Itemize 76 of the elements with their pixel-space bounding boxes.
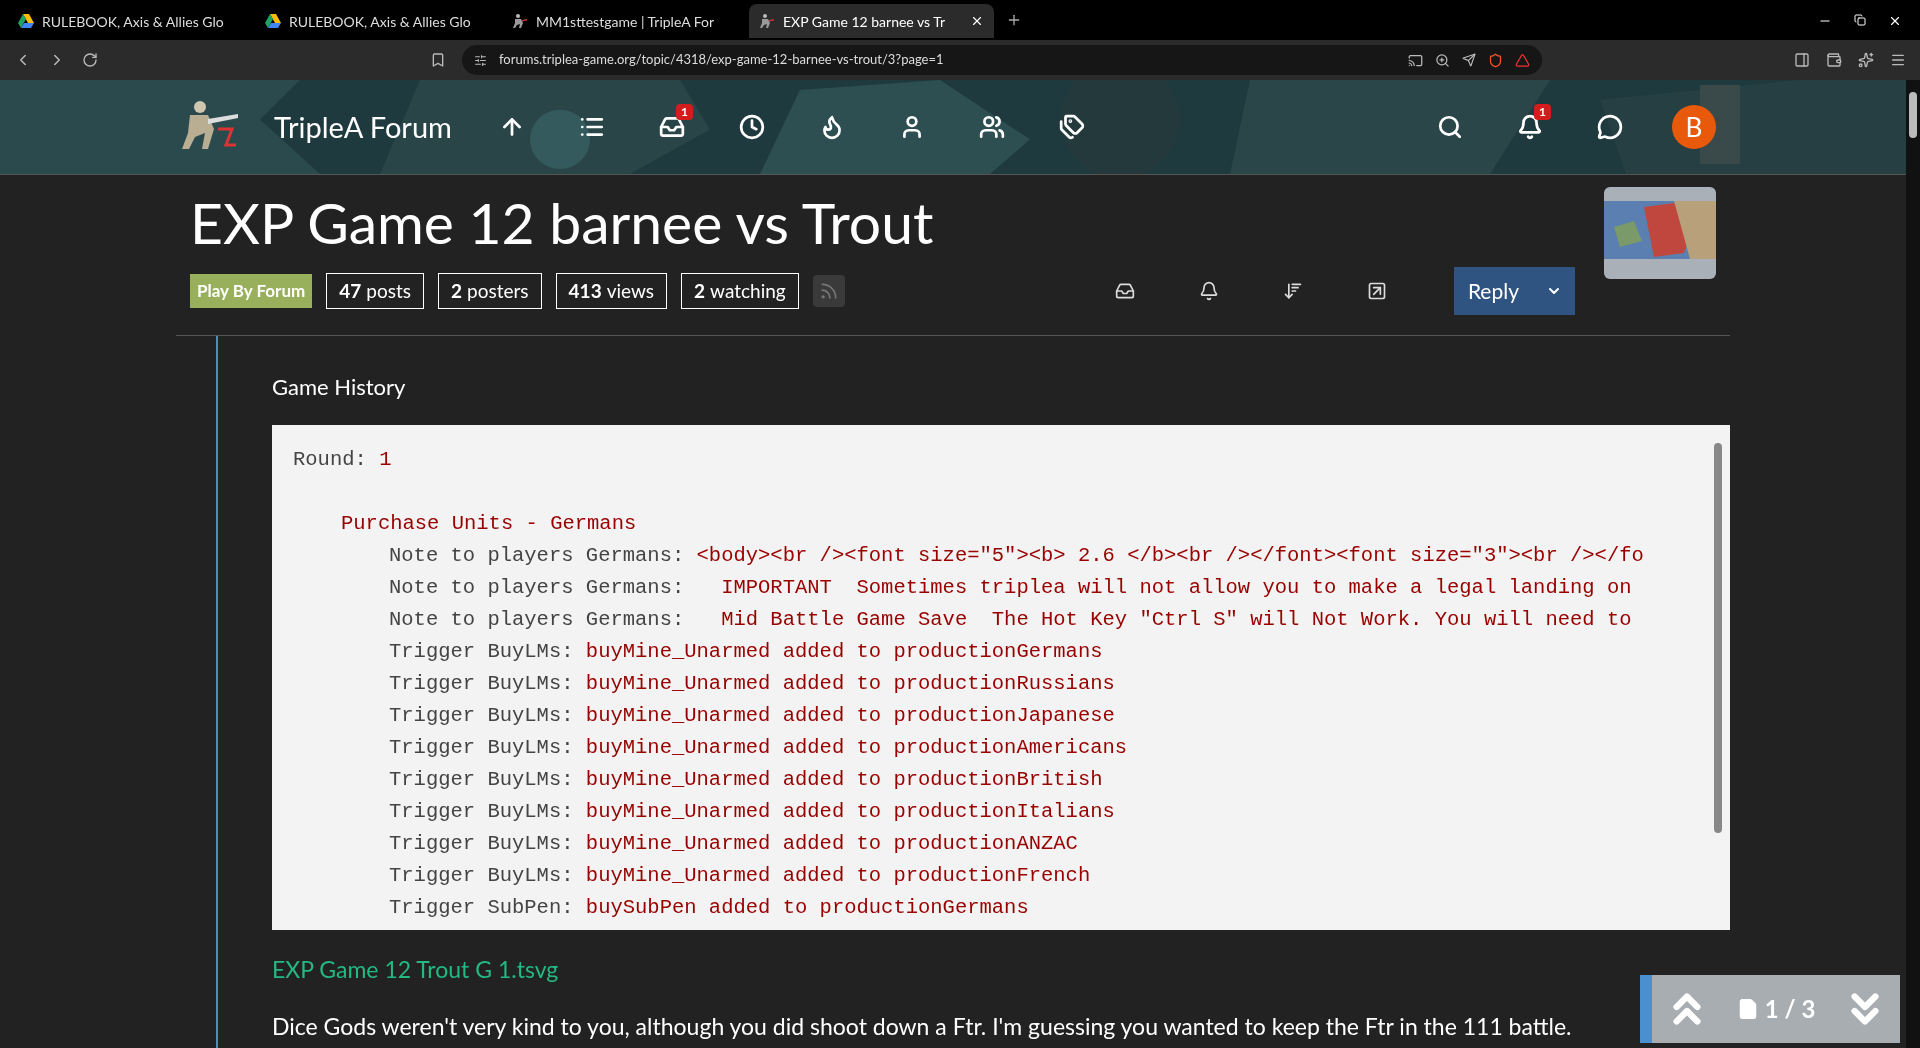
tags-icon[interactable] bbox=[1058, 114, 1085, 140]
site-settings-icon[interactable] bbox=[474, 53, 487, 67]
inbox-icon[interactable] bbox=[658, 114, 685, 140]
tab-title: RULEBOOK, Axis & Allies Glo bbox=[42, 11, 225, 32]
menu-icon[interactable] bbox=[1890, 52, 1906, 68]
sparkles-icon[interactable] bbox=[1858, 52, 1874, 68]
log-label: Trigger BuyLMs: bbox=[389, 800, 575, 823]
browser-tab[interactable]: MM1sttestgame | TripleA For bbox=[502, 4, 747, 38]
wallet-icon[interactable] bbox=[1826, 52, 1842, 68]
tab-title: EXP Game 12 barnee vs Tr bbox=[783, 11, 947, 32]
log-label: Trigger BuyLMs: bbox=[389, 672, 575, 695]
log-label: Trigger BuyLMs: bbox=[389, 704, 575, 727]
browser-tab[interactable]: RULEBOOK, Axis & Allies Glo bbox=[255, 4, 500, 38]
cast-icon[interactable] bbox=[1408, 52, 1423, 68]
log-value: 1 bbox=[379, 448, 392, 471]
log-value: IMPORTANT Sometimes triplea will not allow you to make a legal landing on bbox=[720, 576, 1632, 599]
rss-button[interactable] bbox=[812, 275, 845, 307]
topic-stat: 47 posts bbox=[326, 273, 424, 309]
reload-icon[interactable] bbox=[82, 52, 98, 68]
bell-icon[interactable] bbox=[1517, 114, 1543, 140]
triangle-icon[interactable] bbox=[1515, 52, 1530, 68]
log-value: buyMine_Unarmed added to productionRussians bbox=[585, 672, 1115, 695]
log-label: Note to players Germans: bbox=[389, 608, 686, 631]
chat-icon[interactable] bbox=[1597, 114, 1623, 140]
send-icon[interactable] bbox=[1462, 53, 1476, 67]
log-value: Purchase Units - Germans bbox=[341, 512, 637, 535]
page-scrollbar[interactable] bbox=[1909, 92, 1917, 138]
topic-title: EXP Game 12 barnee vs Trout bbox=[190, 187, 935, 257]
post-text: Dice Gods weren't very kind to you, although you did shoot down a Ftr. I'm guessing you wanted to keep the Ftr in the 111 battle. bbox=[272, 1010, 1572, 1042]
tab-title: RULEBOOK, Axis & Allies Glo bbox=[289, 11, 472, 32]
restore-icon[interactable] bbox=[1854, 14, 1866, 26]
search-icon[interactable] bbox=[1437, 114, 1463, 140]
log-value: buyMine_Unarmed added to productionItalians bbox=[585, 800, 1115, 823]
topic-stat: 2 watching bbox=[681, 273, 799, 309]
log-value: buyMine_Unarmed added to productionFrench bbox=[585, 864, 1091, 887]
clock-icon[interactable] bbox=[738, 114, 765, 140]
log-label: Trigger SubPen: bbox=[389, 896, 575, 919]
close-icon[interactable] bbox=[1888, 14, 1902, 28]
count-badge: 1 bbox=[1534, 104, 1551, 120]
post-heading: Game History bbox=[272, 372, 407, 402]
log-label: Trigger BuyLMs: bbox=[389, 768, 575, 791]
log-label: Trigger BuyLMs: bbox=[389, 864, 575, 887]
log-value: buySubPen added to productionGermans bbox=[585, 896, 1029, 919]
address-bar[interactable]: forums.triplea-game.org/topic/4318/exp-game-12-barnee-vs-trout/3?page=1 bbox=[462, 45, 1542, 75]
soldier-logo-icon bbox=[512, 13, 528, 29]
log-value: buyMine_Unarmed added to productionANZAC bbox=[585, 832, 1078, 855]
tab-title: MM1sttestgame | TripleA For bbox=[536, 11, 716, 32]
topic-stat: 413 views bbox=[555, 273, 668, 309]
log-value: <body><br /><font size="5"><b> 2.6 </b><br /></font><font size="3"><br /></fo bbox=[696, 544, 1644, 567]
log-label: Round: bbox=[293, 448, 368, 471]
log-label: Trigger BuyLMs: bbox=[389, 832, 575, 855]
log-label: Trigger BuyLMs: bbox=[389, 640, 575, 663]
log-label: Trigger BuyLMs: bbox=[389, 736, 575, 759]
log-label: Note to players Germans: bbox=[389, 576, 686, 599]
users-icon[interactable] bbox=[978, 114, 1005, 140]
triangle-logo-icon bbox=[18, 14, 34, 28]
url-text: forums.triplea-game.org/topic/4318/exp-game-12-barnee-vs-trout/3?page=1 bbox=[499, 50, 945, 70]
shield-icon[interactable] bbox=[1488, 52, 1503, 68]
new-tab-icon[interactable] bbox=[1006, 12, 1022, 28]
log-value: Mid Battle Game Save The Hot Key "Ctrl S" will Not Work. You will need to bbox=[720, 608, 1632, 631]
log-value: buyMine_Unarmed added to productionAmericans bbox=[585, 736, 1128, 759]
log-label: Note to players Germans: bbox=[389, 544, 686, 567]
zoom-icon[interactable] bbox=[1435, 52, 1450, 68]
close-icon[interactable] bbox=[970, 14, 984, 28]
browser-tab[interactable]: EXP Game 12 barnee vs Tr bbox=[749, 4, 994, 38]
browser-tab[interactable]: RULEBOOK, Axis & Allies Glo bbox=[8, 4, 253, 38]
log-value: buyMine_Unarmed added to productionGermans bbox=[585, 640, 1103, 663]
log-value: buyMine_Unarmed added to productionBritish bbox=[585, 768, 1103, 791]
forum-brand[interactable]: TripleA Forum bbox=[274, 105, 452, 149]
log-value: buyMine_Unarmed added to productionJapanese bbox=[585, 704, 1115, 727]
soldier-logo-icon bbox=[759, 13, 775, 29]
sidebar-icon[interactable] bbox=[1794, 52, 1810, 68]
triangle-logo-icon bbox=[265, 14, 281, 28]
attachment-link[interactable]: EXP Game 12 Trout G 1.tsvg bbox=[272, 952, 559, 987]
topic-stat: 2 posters bbox=[438, 273, 542, 309]
bookmark-icon[interactable] bbox=[430, 52, 446, 68]
